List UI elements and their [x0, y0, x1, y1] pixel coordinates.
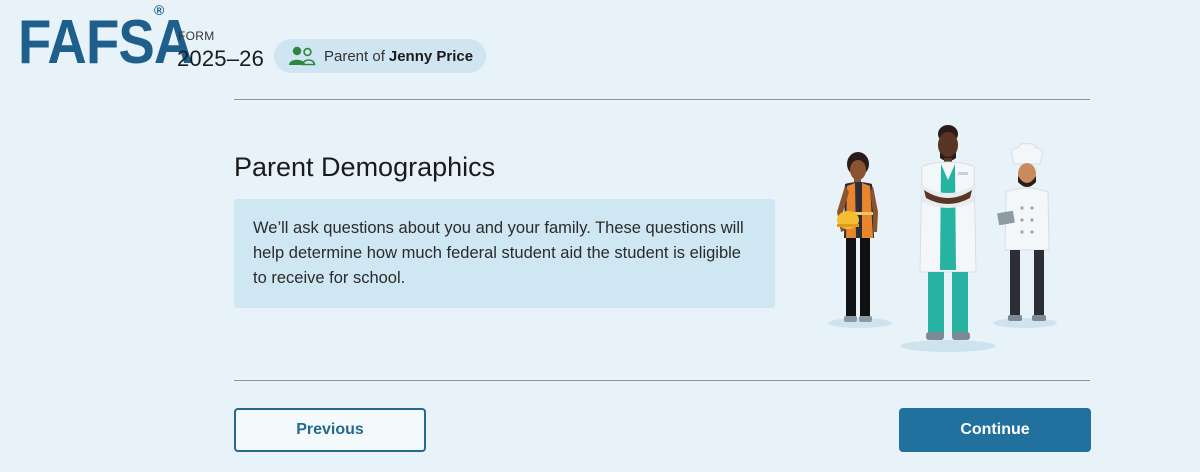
construction-worker-figure — [837, 152, 878, 322]
form-year: 2025–26 — [177, 46, 265, 71]
doctor-figure — [919, 125, 977, 340]
continue-button[interactable]: Continue — [899, 408, 1091, 452]
fafsa-logo: FAFSA — [18, 8, 193, 77]
top-divider — [234, 99, 1090, 100]
chef-figure — [997, 143, 1050, 321]
info-box: We’ll ask questions about you and your f… — [234, 199, 775, 308]
workers-illustration — [828, 125, 1057, 352]
previous-button[interactable]: Previous — [234, 408, 426, 452]
info-text: We’ll ask questions about you and your f… — [253, 219, 744, 287]
people-icon — [289, 46, 316, 66]
role-prefix: Parent of — [324, 47, 385, 65]
page-title: Parent Demographics — [234, 152, 496, 182]
logo-wordmark: FAFSA — [18, 8, 193, 77]
role-student-name: Jenny Price — [388, 47, 474, 65]
registered-mark: ® — [154, 2, 165, 18]
role-badge: Parent of Jenny Price — [274, 39, 486, 73]
bottom-divider — [234, 380, 1090, 381]
form-label: FORM — [178, 29, 215, 43]
